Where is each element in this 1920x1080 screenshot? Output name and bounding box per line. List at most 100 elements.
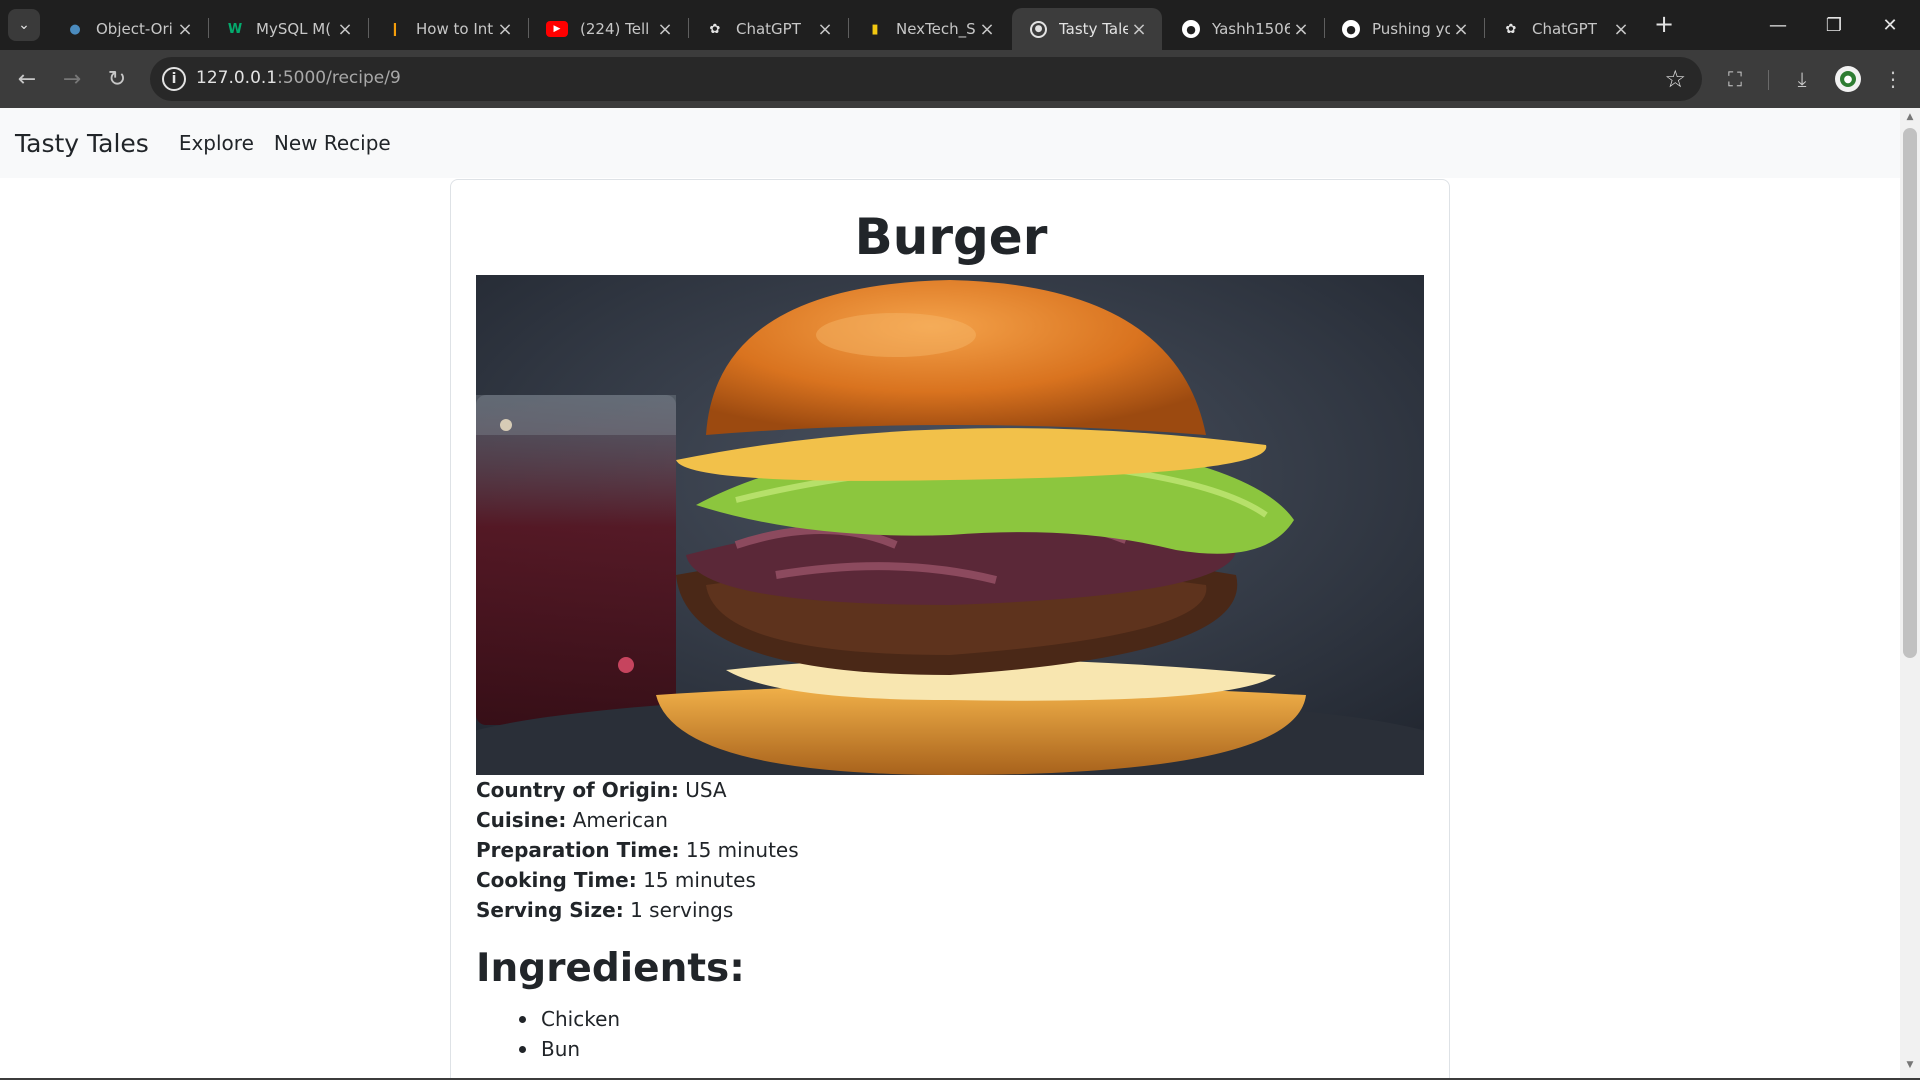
browser-tab[interactable]: ▮ NexTech_S ×: [848, 8, 1010, 50]
burger-image: [476, 275, 1424, 775]
globe-icon: ●: [1030, 20, 1047, 38]
tab-label: (224) Tell M: [580, 20, 654, 38]
close-icon[interactable]: ×: [1450, 18, 1472, 40]
w3schools-icon: W: [227, 21, 243, 37]
chevron-down-icon: ⌄: [18, 17, 30, 33]
minimize-icon: —: [1769, 14, 1787, 36]
github-icon: ●: [1182, 20, 1200, 38]
browser-tab[interactable]: ✿ ChatGPT ×: [688, 8, 849, 50]
restore-button[interactable]: ❐: [1806, 0, 1862, 50]
fact-value: American: [572, 808, 668, 832]
chatgpt-icon: ✿: [1505, 21, 1517, 37]
nav-new-recipe-link[interactable]: New Recipe: [274, 131, 391, 155]
forward-button[interactable]: →: [54, 61, 90, 97]
recipe-card: Burger Country of Origin: USA Cuisine: A…: [450, 179, 1450, 1078]
fact-label: Cuisine:: [476, 808, 567, 832]
tab-label: MySQL M(: [256, 20, 332, 38]
reload-icon: ↻: [107, 66, 127, 92]
fact-value: USA: [685, 778, 727, 802]
fact-row: Country of Origin: USA: [476, 775, 1424, 805]
site-info-icon[interactable]: i: [162, 67, 186, 91]
close-icon[interactable]: ×: [1290, 18, 1312, 40]
youtube-icon: ▶: [546, 21, 568, 37]
fact-label: Preparation Time:: [476, 838, 680, 862]
site-navbar: Tasty Tales Explore New Recipe: [0, 108, 1900, 178]
browser-tab[interactable]: ● Object-Ori ×: [48, 8, 209, 50]
browser-tab[interactable]: ❙ How to Int ×: [368, 8, 529, 50]
ingredients-list: Chicken Bun: [516, 1004, 620, 1064]
browser-tab[interactable]: ▶ (224) Tell M ×: [528, 8, 689, 50]
close-icon[interactable]: ×: [174, 18, 196, 40]
list-item: Bun: [516, 1034, 620, 1064]
recipe-facts: Country of Origin: USA Cuisine: American…: [476, 775, 1424, 925]
url-path: :5000/recipe/9: [277, 68, 401, 88]
url-text[interactable]: 127.0.0.1:5000/recipe/9: [196, 68, 401, 88]
tab-label: ChatGPT: [1532, 20, 1597, 38]
fact-row: Cuisine: American: [476, 805, 1424, 835]
browser-tab[interactable]: ● Pushing yo ×: [1324, 8, 1485, 50]
fact-row: Cooking Time: 15 minutes: [476, 865, 1424, 895]
close-icon: ✕: [1882, 14, 1898, 36]
tab-label: Tasty Tales: [1059, 20, 1128, 38]
profile-icon: ●: [1840, 71, 1856, 87]
tab-label: Object-Ori: [96, 20, 173, 38]
scroll-up-icon[interactable]: ▲: [1904, 112, 1916, 124]
close-icon[interactable]: ×: [494, 18, 516, 40]
nav-explore-link[interactable]: Explore: [179, 131, 254, 155]
page-viewport: Tasty Tales Explore New Recipe Burger Co…: [0, 108, 1920, 1078]
ingredients-heading: Ingredients:: [476, 946, 745, 991]
fact-label: Cooking Time:: [476, 868, 637, 892]
bookmark-star-icon[interactable]: ☆: [1664, 65, 1686, 93]
menu-icon[interactable]: ⋮: [1878, 64, 1908, 94]
browser-toolbar: ← → ↻ i 127.0.0.1:5000/recipe/9 ☆ ⛶ ⤓ ⋮: [0, 50, 1920, 108]
back-button[interactable]: ←: [9, 61, 45, 97]
chatgpt-icon: ✿: [709, 21, 721, 37]
tab-label: How to Int: [416, 20, 494, 38]
list-item: Chicken: [516, 1004, 620, 1034]
new-tab-button[interactable]: +: [1652, 10, 1676, 38]
download-icon[interactable]: ⤓: [1787, 64, 1817, 94]
browser-tab[interactable]: ● Yashh1506 ×: [1164, 8, 1325, 50]
avatar[interactable]: ●: [1835, 66, 1861, 92]
fact-value: 15 minutes: [685, 838, 799, 862]
close-icon[interactable]: ×: [654, 18, 676, 40]
plus-icon: +: [1653, 10, 1675, 38]
close-icon[interactable]: ×: [334, 18, 356, 40]
minimize-button[interactable]: —: [1750, 0, 1806, 50]
tab-label: ChatGPT: [736, 20, 801, 38]
scrollbar-thumb[interactable]: [1903, 128, 1917, 658]
close-icon[interactable]: ×: [814, 18, 836, 40]
fact-value: 1 servings: [630, 898, 734, 922]
fact-value: 15 minutes: [643, 868, 756, 892]
scroll-down-icon[interactable]: ▼: [1904, 1060, 1916, 1072]
arrow-left-icon: ←: [17, 66, 37, 92]
tab-label: Pushing yo: [1372, 20, 1450, 38]
fact-label: Country of Origin:: [476, 778, 679, 802]
browser-tab[interactable]: W MySQL M( ×: [208, 8, 369, 50]
address-bar[interactable]: i 127.0.0.1:5000/recipe/9 ☆: [150, 57, 1702, 101]
extensions-icon[interactable]: ⛶: [1720, 64, 1750, 94]
tab-label: NexTech_S: [896, 20, 976, 38]
close-icon[interactable]: ×: [976, 18, 998, 40]
recipe-image: [476, 275, 1424, 775]
arrow-right-icon: →: [62, 66, 82, 92]
github-icon: ●: [1342, 20, 1360, 38]
close-icon[interactable]: ×: [1128, 18, 1150, 40]
toolbar-separator: [1768, 70, 1769, 90]
powerbi-icon: ▮: [871, 21, 879, 37]
restore-icon: ❐: [1825, 14, 1843, 36]
tab-search-button[interactable]: ⌄: [8, 9, 40, 41]
browser-tab[interactable]: ✿ ChatGPT ×: [1484, 8, 1644, 50]
tab-label: Yashh1506: [1212, 20, 1290, 38]
fact-row: Preparation Time: 15 minutes: [476, 835, 1424, 865]
fact-row: Serving Size: 1 servings: [476, 895, 1424, 925]
close-window-button[interactable]: ✕: [1862, 0, 1918, 50]
url-host: 127.0.0.1: [196, 68, 278, 88]
python-icon: ●: [69, 21, 81, 37]
page-title: Burger: [854, 208, 1048, 266]
browser-tab-active[interactable]: ● Tasty Tales ×: [1012, 8, 1162, 50]
lines-icon: ❙: [389, 21, 401, 37]
brand-link[interactable]: Tasty Tales: [15, 129, 149, 158]
reload-button[interactable]: ↻: [99, 61, 135, 97]
close-icon[interactable]: ×: [1610, 18, 1632, 40]
